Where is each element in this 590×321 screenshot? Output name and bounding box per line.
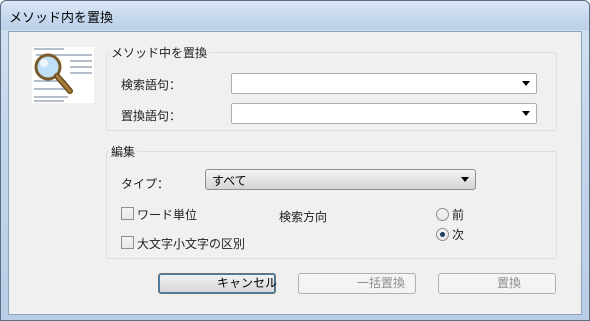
window-title: メソッド内を置換 xyxy=(9,11,114,26)
cancel-button-label: キャンセル xyxy=(217,276,278,290)
method-group-label: メソッド中を置換 xyxy=(109,44,210,61)
whole-word-label[interactable]: ワード単位 xyxy=(137,206,197,223)
direction-prev-radio[interactable] xyxy=(436,208,449,221)
search-term-combobox[interactable] xyxy=(231,73,537,94)
type-select-value: すべて xyxy=(212,174,247,188)
match-case-checkbox[interactable] xyxy=(121,236,134,249)
whole-word-checkbox[interactable] xyxy=(121,207,134,220)
replace-term-label: 置換語句： xyxy=(121,109,182,123)
direction-prev-label[interactable]: 前 xyxy=(452,206,464,223)
replace-term-combobox[interactable] xyxy=(231,103,537,124)
chevron-down-icon[interactable] xyxy=(522,81,530,86)
search-direction-label: 検索方向 xyxy=(279,210,328,224)
cancel-button[interactable]: キャンセル xyxy=(158,273,278,294)
type-label: タイプ： xyxy=(121,177,170,191)
search-term-label: 検索語句： xyxy=(121,78,182,92)
title-bar[interactable]: メソッド内を置換 xyxy=(1,1,589,30)
type-select[interactable]: すべて xyxy=(205,169,476,190)
replace-button[interactable]: 置換 xyxy=(438,273,556,294)
chevron-down-icon[interactable] xyxy=(522,111,530,116)
direction-next-radio[interactable] xyxy=(436,228,449,241)
match-case-label[interactable]: 大文字小文字の区別 xyxy=(137,235,245,252)
edit-group-label: 編集 xyxy=(109,143,138,160)
replace-button-label: 置換 xyxy=(497,276,522,290)
replace-all-button-label: 一括置換 xyxy=(357,276,406,290)
radio-selected-dot xyxy=(440,232,445,237)
chevron-down-icon xyxy=(461,177,469,182)
replace-all-button[interactable]: 一括置換 xyxy=(298,273,416,294)
direction-next-label[interactable]: 次 xyxy=(452,226,464,243)
magnifier-document-icon xyxy=(32,47,94,103)
